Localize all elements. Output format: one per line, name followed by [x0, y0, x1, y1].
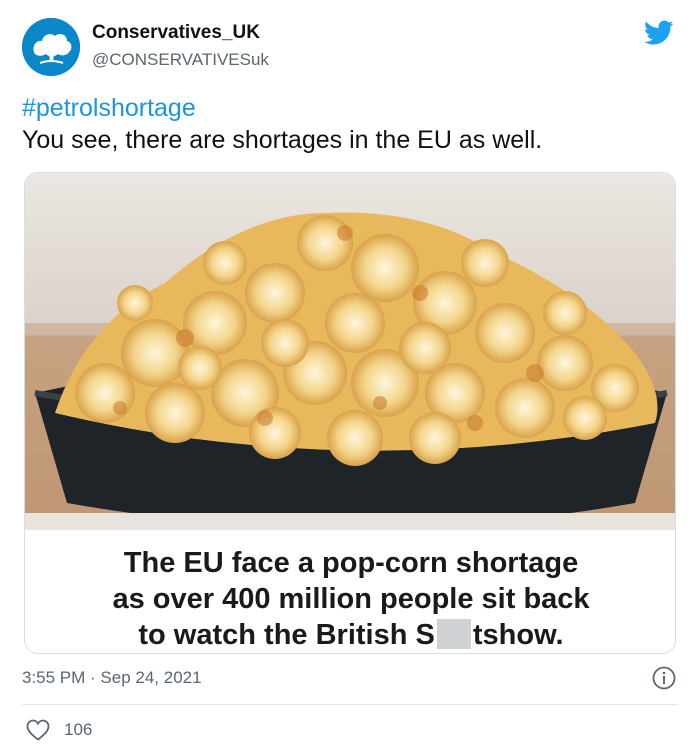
twitter-bird-icon[interactable]: [644, 20, 674, 46]
divider: [22, 704, 678, 705]
caption-line-3: to watch the British S tshow.: [25, 618, 675, 652]
tweet-media[interactable]: The EU face a pop-corn shortage as over …: [24, 172, 676, 654]
tweet-text: You see, there are shortages in the EU a…: [22, 126, 543, 154]
caption-line-2: as over 400 million people sit back: [112, 583, 590, 615]
popcorn-bowl-photo: [25, 173, 675, 530]
heart-icon[interactable]: [26, 719, 50, 741]
info-icon[interactable]: [652, 666, 676, 690]
oak-tree-logo-icon: [22, 18, 80, 76]
tweet-timestamp[interactable]: 3:55 PM · Sep 24, 2021: [22, 668, 202, 688]
hashtag-link[interactable]: #petrolshortage: [22, 94, 196, 123]
author-name[interactable]: Conservatives_UK: [92, 22, 260, 44]
avatar[interactable]: [22, 18, 80, 76]
like-count: 106: [64, 720, 93, 739]
caption-line-1: The EU face a pop-corn shortage: [123, 547, 579, 579]
caption-line-3-end: tshow.: [472, 619, 564, 651]
tweet-card: Conservatives_UK @CONSERVATIVESuk #petro…: [0, 0, 700, 756]
censor-block: [436, 619, 471, 649]
author-handle[interactable]: @CONSERVATIVESuk: [92, 50, 269, 70]
meme-caption: The EU face a pop-corn shortage as over …: [25, 530, 675, 653]
caption-line-3-start: to watch the British S: [138, 619, 435, 651]
